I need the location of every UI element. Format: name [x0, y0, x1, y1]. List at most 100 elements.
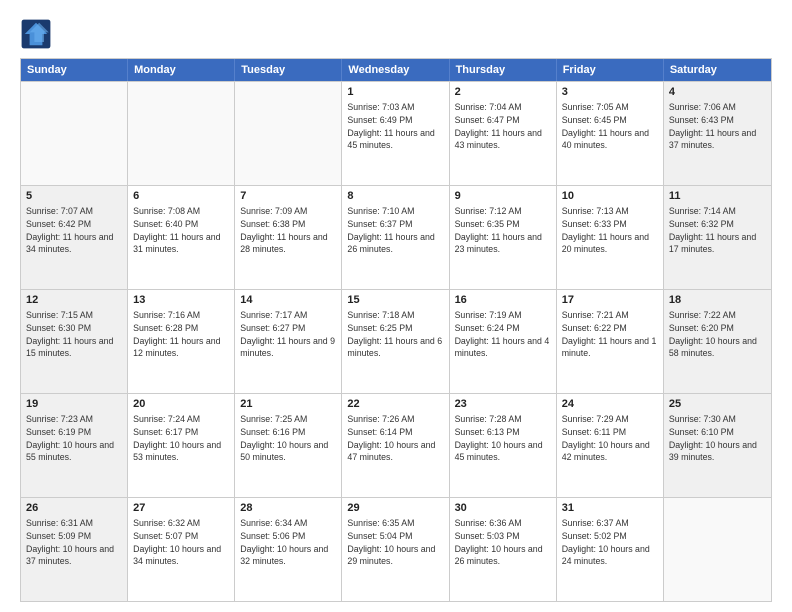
cell-info: Sunrise: 6:32 AM Sunset: 5:07 PM Dayligh…: [133, 518, 223, 567]
calendar-cell: 15Sunrise: 7:18 AM Sunset: 6:25 PM Dayli…: [342, 290, 449, 393]
header-cell-friday: Friday: [557, 59, 664, 81]
day-number: 5: [26, 189, 122, 204]
day-number: 30: [455, 501, 551, 516]
header-cell-monday: Monday: [128, 59, 235, 81]
cell-info: Sunrise: 7:29 AM Sunset: 6:11 PM Dayligh…: [562, 414, 652, 463]
day-number: 8: [347, 189, 443, 204]
cell-info: Sunrise: 6:36 AM Sunset: 5:03 PM Dayligh…: [455, 518, 545, 567]
cell-info: Sunrise: 7:18 AM Sunset: 6:25 PM Dayligh…: [347, 310, 444, 359]
cell-info: Sunrise: 7:10 AM Sunset: 6:37 PM Dayligh…: [347, 206, 437, 255]
day-number: 18: [669, 293, 766, 308]
cell-info: Sunrise: 7:04 AM Sunset: 6:47 PM Dayligh…: [455, 102, 545, 151]
calendar-cell: 10 Sunrise: 7:13 AM Sunset: 6:33 PM Dayli…: [557, 186, 664, 289]
cell-info: Sunrise: 7:06 AM Sunset: 6:43 PM Dayligh…: [669, 102, 759, 151]
calendar-cell: [664, 498, 771, 601]
calendar-cell: [128, 82, 235, 185]
calendar: SundayMondayTuesdayWednesdayThursdayFrid…: [20, 58, 772, 602]
cell-info: Sunrise: 7:05 AM Sunset: 6:45 PM Dayligh…: [562, 102, 652, 151]
logo-icon: [20, 18, 52, 50]
day-number: 16: [455, 293, 551, 308]
calendar-cell: 17 Sunrise: 7:21 AM Sunset: 6:22 PM Dayli…: [557, 290, 664, 393]
day-number: 9: [455, 189, 551, 204]
day-number: 21: [240, 397, 336, 412]
calendar-cell: 26 Sunrise: 6:31 AM Sunset: 5:09 PM Dayli…: [21, 498, 128, 601]
day-number: 11: [669, 189, 766, 204]
day-number: 12: [26, 293, 122, 308]
cell-info: Sunrise: 7:13 AM Sunset: 6:33 PM Dayligh…: [562, 206, 652, 255]
cell-info: Sunrise: 7:22 AM Sunset: 6:20 PM Dayligh…: [669, 310, 759, 359]
cell-info: Sunrise: 7:09 AM Sunset: 6:38 PM Dayligh…: [240, 206, 330, 255]
cell-info: Sunrise: 7:24 AM Sunset: 6:17 PM Dayligh…: [133, 414, 223, 463]
cell-info: Sunrise: 7:07 AM Sunset: 6:42 PM Dayligh…: [26, 206, 116, 255]
day-number: 29: [347, 501, 443, 516]
day-number: 23: [455, 397, 551, 412]
calendar-cell: [21, 82, 128, 185]
calendar-cell: 27Sunrise: 6:32 AM Sunset: 5:07 PM Dayli…: [128, 498, 235, 601]
day-number: 14: [240, 293, 336, 308]
header-cell-thursday: Thursday: [450, 59, 557, 81]
calendar-cell: [235, 82, 342, 185]
calendar-cell: 1 Sunrise: 7:03 AM Sunset: 6:49 PM Daylig…: [342, 82, 449, 185]
cell-info: Sunrise: 7:15 AM Sunset: 6:30 PM Dayligh…: [26, 310, 116, 359]
calendar-cell: 30 Sunrise: 6:36 AM Sunset: 5:03 PM Dayli…: [450, 498, 557, 601]
cell-info: Sunrise: 7:21 AM Sunset: 6:22 PM Dayligh…: [562, 310, 659, 359]
cell-info: Sunrise: 6:31 AM Sunset: 5:09 PM Dayligh…: [26, 518, 116, 567]
cell-info: Sunrise: 7:03 AM Sunset: 6:49 PM Dayligh…: [347, 102, 437, 151]
calendar-header-row: SundayMondayTuesdayWednesdayThursdayFrid…: [21, 59, 771, 81]
day-number: 1: [347, 85, 443, 100]
cell-info: Sunrise: 7:30 AM Sunset: 6:10 PM Dayligh…: [669, 414, 759, 463]
day-number: 28: [240, 501, 336, 516]
calendar-cell: 19 Sunrise: 7:23 AM Sunset: 6:19 PM Dayli…: [21, 394, 128, 497]
calendar-row-2: 12 Sunrise: 7:15 AM Sunset: 6:30 PM Dayli…: [21, 289, 771, 393]
day-number: 26: [26, 501, 122, 516]
calendar-cell: 23 Sunrise: 7:28 AM Sunset: 6:13 PM Dayli…: [450, 394, 557, 497]
cell-info: Sunrise: 7:19 AM Sunset: 6:24 PM Dayligh…: [455, 310, 552, 359]
calendar-cell: 18 Sunrise: 7:22 AM Sunset: 6:20 PM Dayli…: [664, 290, 771, 393]
calendar-cell: 4Sunrise: 7:06 AM Sunset: 6:43 PM Daylig…: [664, 82, 771, 185]
day-number: 6: [133, 189, 229, 204]
calendar-cell: 12 Sunrise: 7:15 AM Sunset: 6:30 PM Dayli…: [21, 290, 128, 393]
cell-info: Sunrise: 6:35 AM Sunset: 5:04 PM Dayligh…: [347, 518, 437, 567]
day-number: 22: [347, 397, 443, 412]
calendar-row-4: 26 Sunrise: 6:31 AM Sunset: 5:09 PM Dayli…: [21, 497, 771, 601]
header-cell-wednesday: Wednesday: [342, 59, 449, 81]
calendar-cell: 25Sunrise: 7:30 AM Sunset: 6:10 PM Dayli…: [664, 394, 771, 497]
day-number: 13: [133, 293, 229, 308]
calendar-cell: 13 Sunrise: 7:16 AM Sunset: 6:28 PM Dayli…: [128, 290, 235, 393]
calendar-cell: 8 Sunrise: 7:10 AM Sunset: 6:37 PM Daylig…: [342, 186, 449, 289]
calendar-cell: 3 Sunrise: 7:05 AM Sunset: 6:45 PM Daylig…: [557, 82, 664, 185]
day-number: 20: [133, 397, 229, 412]
cell-info: Sunrise: 7:16 AM Sunset: 6:28 PM Dayligh…: [133, 310, 223, 359]
cell-info: Sunrise: 7:25 AM Sunset: 6:16 PM Dayligh…: [240, 414, 330, 463]
calendar-cell: 21 Sunrise: 7:25 AM Sunset: 6:16 PM Dayli…: [235, 394, 342, 497]
day-number: 17: [562, 293, 658, 308]
day-number: 24: [562, 397, 658, 412]
cell-info: Sunrise: 7:26 AM Sunset: 6:14 PM Dayligh…: [347, 414, 437, 463]
calendar-cell: 6Sunrise: 7:08 AM Sunset: 6:40 PM Daylig…: [128, 186, 235, 289]
calendar-cell: 7 Sunrise: 7:09 AM Sunset: 6:38 PM Daylig…: [235, 186, 342, 289]
cell-info: Sunrise: 7:28 AM Sunset: 6:13 PM Dayligh…: [455, 414, 545, 463]
calendar-cell: 28 Sunrise: 6:34 AM Sunset: 5:06 PM Dayli…: [235, 498, 342, 601]
day-number: 3: [562, 85, 658, 100]
header-cell-tuesday: Tuesday: [235, 59, 342, 81]
day-number: 2: [455, 85, 551, 100]
cell-info: Sunrise: 6:34 AM Sunset: 5:06 PM Dayligh…: [240, 518, 330, 567]
calendar-cell: 31Sunrise: 6:37 AM Sunset: 5:02 PM Dayli…: [557, 498, 664, 601]
calendar-row-0: 1 Sunrise: 7:03 AM Sunset: 6:49 PM Daylig…: [21, 81, 771, 185]
calendar-cell: 2 Sunrise: 7:04 AM Sunset: 6:47 PM Daylig…: [450, 82, 557, 185]
calendar-cell: 11Sunrise: 7:14 AM Sunset: 6:32 PM Dayli…: [664, 186, 771, 289]
cell-info: Sunrise: 6:37 AM Sunset: 5:02 PM Dayligh…: [562, 518, 652, 567]
day-number: 10: [562, 189, 658, 204]
calendar-cell: 5 Sunrise: 7:07 AM Sunset: 6:42 PM Daylig…: [21, 186, 128, 289]
page: SundayMondayTuesdayWednesdayThursdayFrid…: [0, 0, 792, 612]
calendar-cell: 20 Sunrise: 7:24 AM Sunset: 6:17 PM Dayli…: [128, 394, 235, 497]
cell-info: Sunrise: 7:23 AM Sunset: 6:19 PM Dayligh…: [26, 414, 116, 463]
day-number: 19: [26, 397, 122, 412]
day-number: 7: [240, 189, 336, 204]
header-cell-sunday: Sunday: [21, 59, 128, 81]
calendar-cell: 22 Sunrise: 7:26 AM Sunset: 6:14 PM Dayli…: [342, 394, 449, 497]
calendar-row-3: 19 Sunrise: 7:23 AM Sunset: 6:19 PM Dayli…: [21, 393, 771, 497]
calendar-cell: 24 Sunrise: 7:29 AM Sunset: 6:11 PM Dayli…: [557, 394, 664, 497]
cell-info: Sunrise: 7:12 AM Sunset: 6:35 PM Dayligh…: [455, 206, 545, 255]
calendar-cell: 9 Sunrise: 7:12 AM Sunset: 6:35 PM Daylig…: [450, 186, 557, 289]
